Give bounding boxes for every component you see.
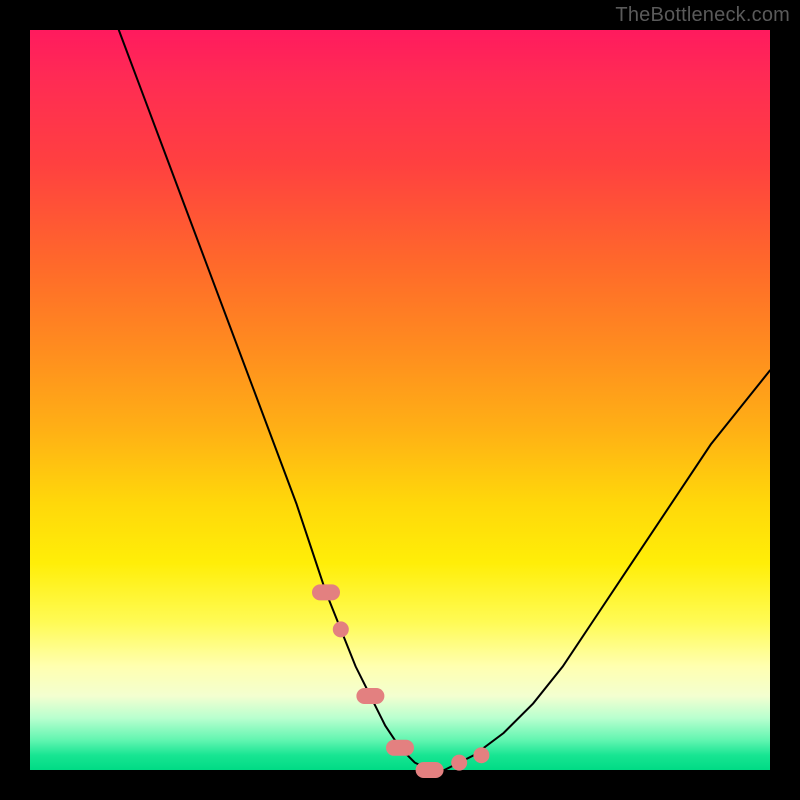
- marker-dot: [451, 755, 467, 771]
- bottleneck-curve: [119, 30, 770, 770]
- plot-area: [30, 30, 770, 770]
- curve-svg: [30, 30, 770, 770]
- marker-pill: [312, 584, 340, 600]
- marker-pill: [416, 762, 444, 778]
- marker-pill: [386, 740, 414, 756]
- marker-pill: [356, 688, 384, 704]
- highlight-markers: [312, 584, 489, 778]
- curve-path: [119, 30, 770, 770]
- marker-dot: [473, 747, 489, 763]
- watermark-text: TheBottleneck.com: [615, 4, 790, 27]
- chart-frame: TheBottleneck.com: [0, 0, 800, 800]
- marker-dot: [333, 621, 349, 637]
